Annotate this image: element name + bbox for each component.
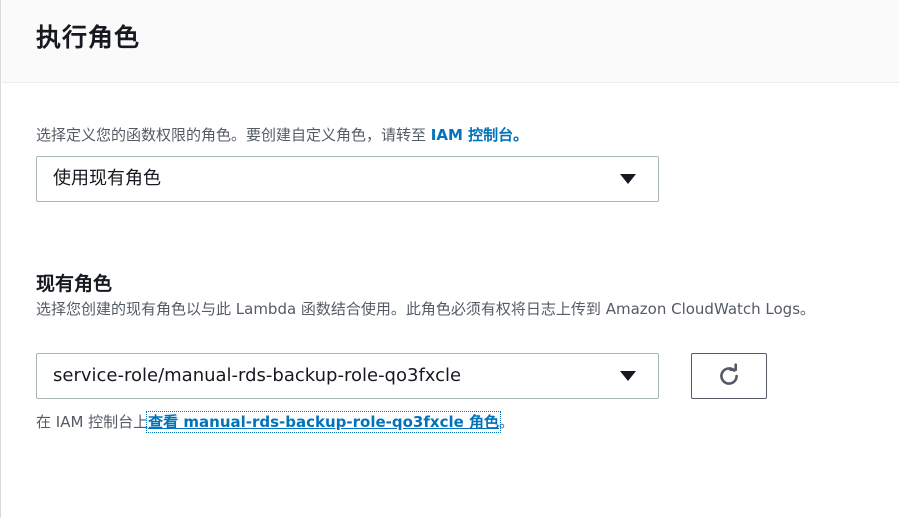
existing-role-select[interactable]: service-role/manual-rds-backup-role-qo3f…: [36, 353, 659, 399]
existing-role-select-value: service-role/manual-rds-backup-role-qo3f…: [53, 365, 462, 386]
view-role-link[interactable]: 查看 manual-rds-backup-role-qo3fxcle 角色: [146, 411, 502, 433]
caret-down-icon: [620, 371, 636, 381]
view-role-line: 在 IAM 控制台上查看 manual-rds-backup-role-qo3f…: [36, 411, 515, 433]
execution-role-panel: 执行角色 选择定义您的函数权限的角色。要创建自定义角色，请转至 IAM 控制台。…: [0, 0, 899, 518]
iam-console-link[interactable]: IAM 控制台。: [431, 126, 528, 144]
refresh-icon: [720, 363, 738, 385]
view-role-prefix: 在 IAM 控制台上: [36, 413, 149, 431]
panel-title: 执行角色: [36, 23, 141, 52]
role-source-description-text: 选择定义您的函数权限的角色。要创建自定义角色，请转至: [36, 126, 431, 144]
existing-role-label: 现有角色: [36, 273, 113, 295]
caret-down-icon: [620, 174, 636, 184]
refresh-button[interactable]: [691, 353, 767, 399]
role-source-select-value: 使用现有角色: [53, 168, 161, 189]
panel-header: 执行角色: [2, 0, 899, 83]
existing-role-description: 选择您创建的现有角色以与此 Lambda 函数结合使用。此角色必须有权将日志上传…: [36, 300, 816, 318]
view-role-suffix: 。: [499, 413, 515, 431]
role-source-description: 选择定义您的函数权限的角色。要创建自定义角色，请转至 IAM 控制台。: [36, 124, 528, 145]
role-source-select[interactable]: 使用现有角色: [36, 156, 659, 202]
